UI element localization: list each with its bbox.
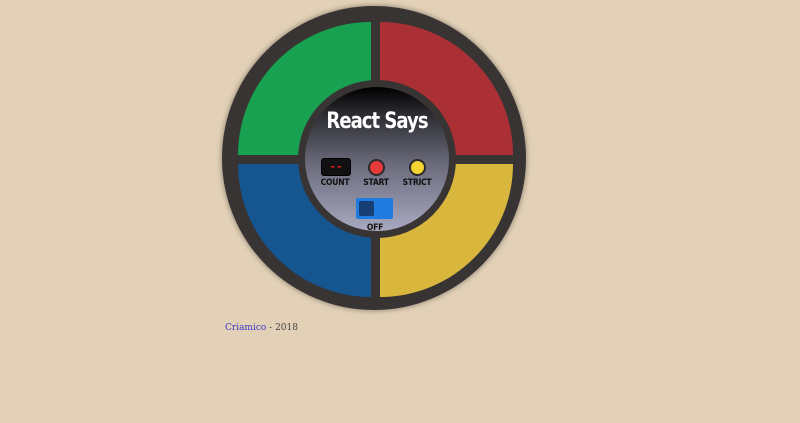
control-panel: React Says -- COUNT START STRICT OFF [298,80,456,238]
game-title: React Says [326,109,428,134]
power-toggle-knob[interactable] [359,201,374,216]
strict-button[interactable] [409,159,426,176]
start-button[interactable] [368,159,385,176]
footer-separator: - [266,323,276,333]
count-label: COUNT [320,178,350,188]
author-link[interactable]: Criamico [225,323,266,333]
simon-board: React Says -- COUNT START STRICT OFF [222,6,526,310]
start-label: START [363,178,389,188]
control-panel-face: React Says -- COUNT START STRICT OFF [305,87,449,233]
footer-year: 2018 [275,323,298,333]
power-toggle[interactable] [356,198,393,219]
power-label: OFF [366,223,384,233]
count-display: -- [321,158,351,176]
footer: Criamico - 2018 [225,323,298,333]
strict-label: STRICT [402,178,432,188]
